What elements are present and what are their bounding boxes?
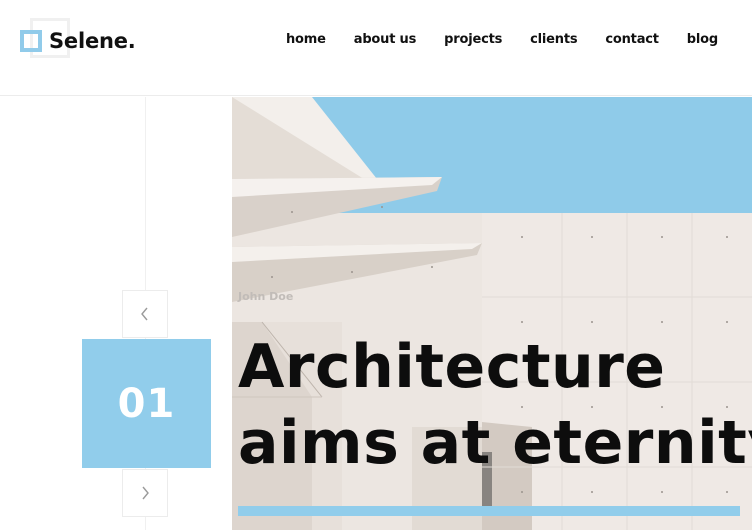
logo-text[interactable]: Selene. xyxy=(49,29,136,53)
hero-slide: John Doe Architecture aims at eternity xyxy=(232,97,752,530)
hero-accent-bar xyxy=(238,506,740,516)
nav-projects[interactable]: projects xyxy=(444,32,502,47)
hero-author: John Doe xyxy=(238,290,294,303)
main-nav: home about us projects clients contact b… xyxy=(258,32,718,47)
chevron-right-icon xyxy=(142,486,149,500)
slider-prev-button[interactable] xyxy=(122,290,168,338)
nav-clients[interactable]: clients xyxy=(530,32,577,47)
nav-home[interactable]: home xyxy=(286,32,326,47)
hero-title-line-2: aims at eternity xyxy=(238,408,752,478)
nav-about-us[interactable]: about us xyxy=(354,32,417,47)
slide-number: 01 xyxy=(117,380,176,427)
slider-next-button[interactable] xyxy=(122,469,168,517)
logo[interactable]: Selene. xyxy=(20,18,140,66)
page: Selene. home about us projects clients c… xyxy=(0,0,752,530)
chevron-left-icon xyxy=(141,307,148,321)
nav-contact[interactable]: contact xyxy=(605,32,659,47)
hero-title: Architecture aims at eternity xyxy=(238,329,752,481)
nav-blog[interactable]: blog xyxy=(687,32,718,47)
hero-title-line-1: Architecture xyxy=(238,332,666,402)
logo-square-icon xyxy=(20,30,42,52)
site-header: Selene. home about us projects clients c… xyxy=(0,0,752,96)
slide-number-box: 01 xyxy=(82,339,211,468)
